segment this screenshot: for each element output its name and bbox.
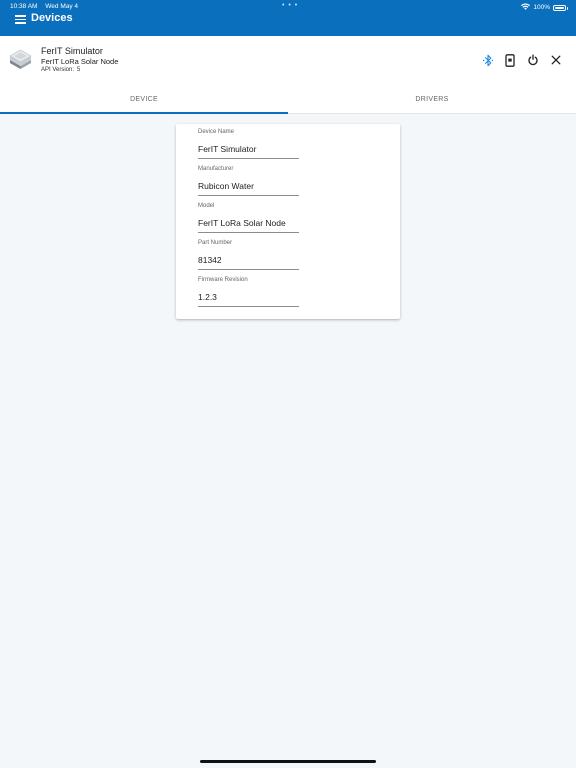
field-label: Model [198,203,215,209]
tab-drivers[interactable]: DRIVERS [288,86,576,113]
close-icon[interactable] [549,53,563,67]
device-model: FerIT LoRa Solar Node [41,57,119,66]
field-value[interactable]: 81342 [198,251,299,270]
field-value[interactable]: Rubicon Water [198,177,299,196]
wifi-icon [521,3,531,12]
tab-device[interactable]: DEVICE [0,86,288,113]
field-label: Part Number [198,240,233,246]
field-label: Device Name [198,129,235,135]
app-bar: 10:38 AM Wed May 4 • • • 100% Devices [0,0,576,36]
bluetooth-icon[interactable] [481,53,495,67]
home-indicator[interactable] [200,760,376,763]
device-name-field[interactable]: Device Name FerIT Simulator [198,129,299,159]
field-value[interactable]: FerIT Simulator [198,140,299,159]
field-label: Manufacturer [198,166,234,172]
battery-percent: 100% [533,4,550,11]
model-field[interactable]: Model FerIT LoRa Solar Node [198,203,299,233]
multitasking-dots[interactable]: • • • [282,2,298,9]
phone-device-icon[interactable] [503,53,517,67]
api-version-value: 5 [77,67,81,73]
active-tab-indicator [0,112,288,114]
status-date: Wed May 4 [45,3,79,10]
field-value[interactable]: 1.2.3 [198,288,299,307]
status-time: 10:38 AM [10,3,38,10]
device-header: FerIT Simulator FerIT LoRa Solar Node AP… [0,36,576,87]
page-title: Devices [31,12,73,24]
manufacturer-field[interactable]: Manufacturer Rubicon Water [198,166,299,196]
firmware-revision-field[interactable]: Firmware Revision 1.2.3 [198,277,299,307]
menu-icon[interactable] [15,15,26,24]
device-info-card: Device Name FerIT Simulator Manufacturer… [176,124,400,319]
field-value[interactable]: FerIT LoRa Solar Node [198,214,299,233]
api-version-label: API Version: [41,67,75,73]
status-bar-right: 100% [521,3,568,12]
status-bar-left: 10:38 AM Wed May 4 [10,3,78,10]
field-label: Firmware Revision [198,277,248,283]
part-number-field[interactable]: Part Number 81342 [198,240,299,270]
battery-icon [553,4,568,11]
device-stack-icon [8,48,33,70]
tab-bar: DEVICE DRIVERS [0,86,576,114]
device-name: FerIT Simulator [41,46,103,56]
power-icon[interactable] [526,53,540,67]
api-version: API Version: 5 [41,67,80,73]
